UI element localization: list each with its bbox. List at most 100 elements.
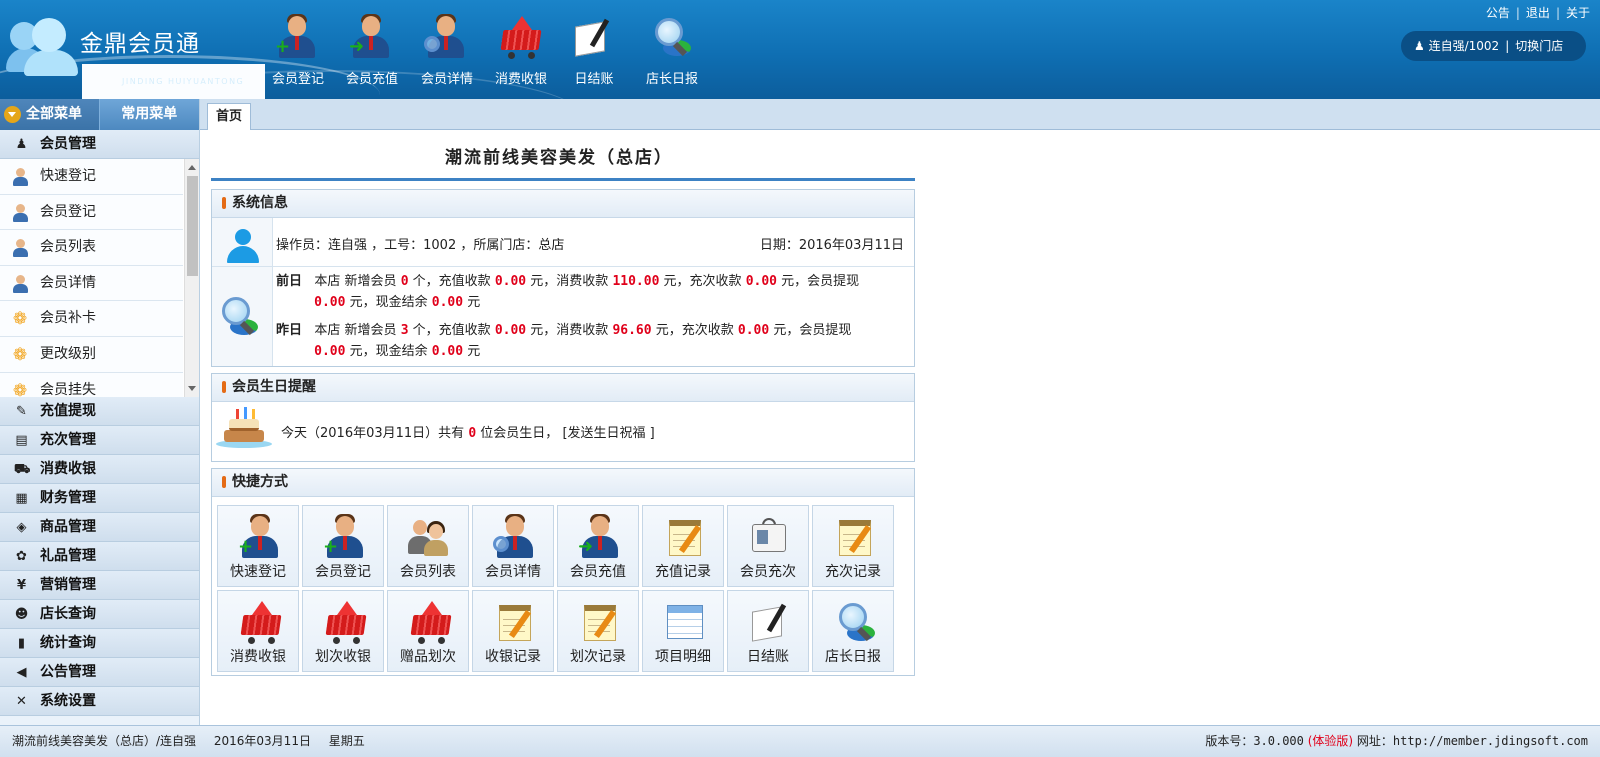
app-name: 金鼎会员通 (80, 31, 200, 57)
shortcut-recharge-records[interactable]: 充值记录 (642, 505, 724, 587)
member-list-icon (408, 514, 450, 558)
stat-text: 个，充值收款 (412, 323, 491, 338)
switch-store-link[interactable]: 切换门店 (1515, 39, 1563, 53)
yen-icon: ¥ (16, 578, 27, 593)
sidebar-scrollbar[interactable] (184, 159, 199, 397)
tab-home[interactable]: 首页 (207, 103, 251, 131)
shortcut-checkout-records[interactable]: 收银记录 (472, 590, 554, 672)
shortcut-label: 店长日报 (825, 649, 881, 665)
sidebar-group-notice[interactable]: ◀ 公告管理 (0, 658, 199, 687)
sidebar-group-statistics[interactable]: ▮ 统计查询 (0, 629, 199, 658)
person-icon: ☻ (14, 607, 29, 622)
shopping-cart-icon (238, 599, 282, 644)
sidebar-item-card-reissue[interactable]: ❁ 会员补卡 (0, 301, 183, 337)
website-link[interactable]: 网址：http://member.jdingsoft.com (1357, 734, 1588, 748)
shortcut-checkout[interactable]: 消费收银 (217, 590, 299, 672)
toolbar-member-detail-button[interactable]: 会员详情 (412, 14, 482, 87)
sidebar-group-manager-query[interactable]: ☻ 店长查询 (0, 600, 199, 629)
sidebar-item-label: 会员登记 (40, 203, 96, 220)
shortcuts-panel: 快捷方式 + 快速登记 + 会员登记 会员列表 会员详情 ➜ 会员充值 充值记录 会员… (211, 468, 915, 676)
day-before-stats: 前日 本店 新增会员 0 个，充值收款 0.00 元，消费收款 110.00 元… (276, 271, 906, 313)
shortcut-label: 日结账 (747, 649, 789, 665)
stat-text: 元，现金结余 (349, 344, 428, 359)
tab-all-menu[interactable]: 全部菜单 (0, 99, 100, 130)
shortcut-label: 消费收银 (230, 649, 286, 665)
shopping-cart-icon (408, 599, 452, 644)
shortcut-member-recharge[interactable]: ➜ 会员充值 (557, 505, 639, 587)
toolbar-manager-report-button[interactable]: 店长日报 (637, 14, 707, 87)
consume-value: 110.00 (612, 274, 660, 289)
sidebar-item-quick-register[interactable]: 快速登记 (0, 159, 183, 195)
shortcut-manager-report[interactable]: 店长日报 (812, 590, 894, 672)
tools-icon: ✕ (16, 694, 27, 709)
notepad-icon (663, 514, 705, 558)
recharge-value: 0.00 (494, 323, 527, 338)
spreadsheet-icon (663, 599, 705, 643)
member-recharge-icon: ➜ (578, 514, 620, 558)
withdraw-value: 0.00 (314, 344, 346, 359)
sidebar-group-label: 商品管理 (40, 519, 96, 535)
people-icon (11, 239, 29, 258)
toolbar-label: 会员详情 (420, 72, 473, 87)
shortcut-label: 划次收银 (315, 649, 371, 665)
sidebar-item-change-level[interactable]: ❁ 更改级别 (0, 336, 183, 373)
shortcut-daily-settlement[interactable]: 日结账 (727, 590, 809, 672)
sidebar-group-recharge[interactable]: ✎ 充值提现 (0, 397, 199, 426)
shortcut-label: 项目明细 (655, 649, 711, 665)
tab-common-menu[interactable]: 常用菜单 (99, 99, 199, 130)
notice-link[interactable]: 公告 (1486, 6, 1510, 20)
system-info-panel: 系统信息 操作员：连自强 ，工号：1002 ，所属门店：总店 日期：2016年0… (211, 189, 915, 367)
shortcut-member-detail[interactable]: 会员详情 (472, 505, 554, 587)
sidebar-group-label: 系统设置 (40, 693, 96, 709)
stat-text: 元，会员提现 (773, 323, 852, 338)
shortcut-gift-times[interactable]: 赠品划次 (387, 590, 469, 672)
sidebar-group-member-management[interactable]: ♟ 会员管理 (0, 130, 199, 159)
toolbar-daily-settlement-button[interactable]: 日结账 (559, 14, 629, 87)
scroll-up-icon[interactable] (188, 165, 196, 170)
shortcut-item-details[interactable]: 项目明细 (642, 590, 724, 672)
shortcut-deduct-records[interactable]: 划次记录 (557, 590, 639, 672)
version-label: 版本号：3.0.000 (1205, 734, 1304, 748)
shortcut-member-register[interactable]: + 会员登记 (302, 505, 384, 587)
shortcut-times-records[interactable]: 充次记录 (812, 505, 894, 587)
sidebar-item-member-list[interactable]: 会员列表 (0, 230, 183, 266)
shortcut-member-times[interactable]: 会员充次 (727, 505, 809, 587)
scroll-thumb[interactable] (187, 176, 198, 276)
logout-link[interactable]: 退出 (1526, 6, 1550, 20)
status-left: 潮流前线美容美发（总店）/连自强 2016年03月11日 星期五 (12, 726, 379, 756)
gift-icon: ✿ (16, 549, 27, 564)
toolbar-member-register-button[interactable]: + 会员登记 (263, 14, 333, 87)
sidebar-group-settings[interactable]: ✕ 系统设置 (0, 687, 199, 716)
sidebar-group-gifts[interactable]: ✿ 礼品管理 (0, 542, 199, 571)
sidebar-item-member-detail[interactable]: 会员详情 (0, 265, 183, 302)
sidebar-group-goods[interactable]: ◈ 商品管理 (0, 513, 199, 542)
toolbar-checkout-button[interactable]: 消费收银 (486, 14, 556, 87)
scroll-down-icon[interactable] (188, 386, 196, 391)
cash-value: 0.00 (431, 295, 464, 310)
about-link[interactable]: 关于 (1566, 6, 1590, 20)
toolbar-member-recharge-button[interactable]: ➜ 会员充值 (337, 14, 407, 87)
toolbar-label: 会员充值 (345, 72, 398, 87)
shortcut-member-list[interactable]: 会员列表 (387, 505, 469, 587)
sidebar-group-label: 消费收银 (40, 461, 96, 477)
stat-text: 元 (467, 295, 481, 310)
sidebar-group-finance[interactable]: ▦ 财务管理 (0, 484, 199, 513)
store-user: 潮流前线美容美发（总店）/连自强 (12, 734, 197, 748)
stat-text: 元，充次收款 (663, 274, 742, 289)
sidebar-group-label: 充值提现 (40, 403, 96, 419)
stat-text: 元，消费收款 (530, 274, 609, 289)
operator-row: 操作员：连自强 ，工号：1002 ，所属门店：总店 日期：2016年03月11日 (212, 218, 914, 267)
shortcut-label: 划次记录 (570, 649, 626, 665)
sidebar-group-checkout[interactable]: ⛟ 消费收银 (0, 455, 199, 484)
person-icon (11, 203, 29, 222)
send-birthday-wishes-link[interactable]: [发送生日祝福 ] (562, 426, 654, 441)
shortcut-times-checkout[interactable]: 划次收银 (302, 590, 384, 672)
sidebar-group-label: 公告管理 (40, 664, 96, 680)
sidebar-group-times[interactable]: ▤ 充次管理 (0, 426, 199, 455)
sidebar-item-member-register[interactable]: 会员登记 (0, 194, 183, 231)
panel-title: 系统信息 (212, 190, 914, 218)
notepad-icon (833, 514, 875, 558)
sidebar-group-marketing[interactable]: ¥ 营销管理 (0, 571, 199, 600)
sidebar-item-report-loss[interactable]: ❁ 会员挂失 (0, 372, 183, 397)
shortcut-quick-register[interactable]: + 快速登记 (217, 505, 299, 587)
